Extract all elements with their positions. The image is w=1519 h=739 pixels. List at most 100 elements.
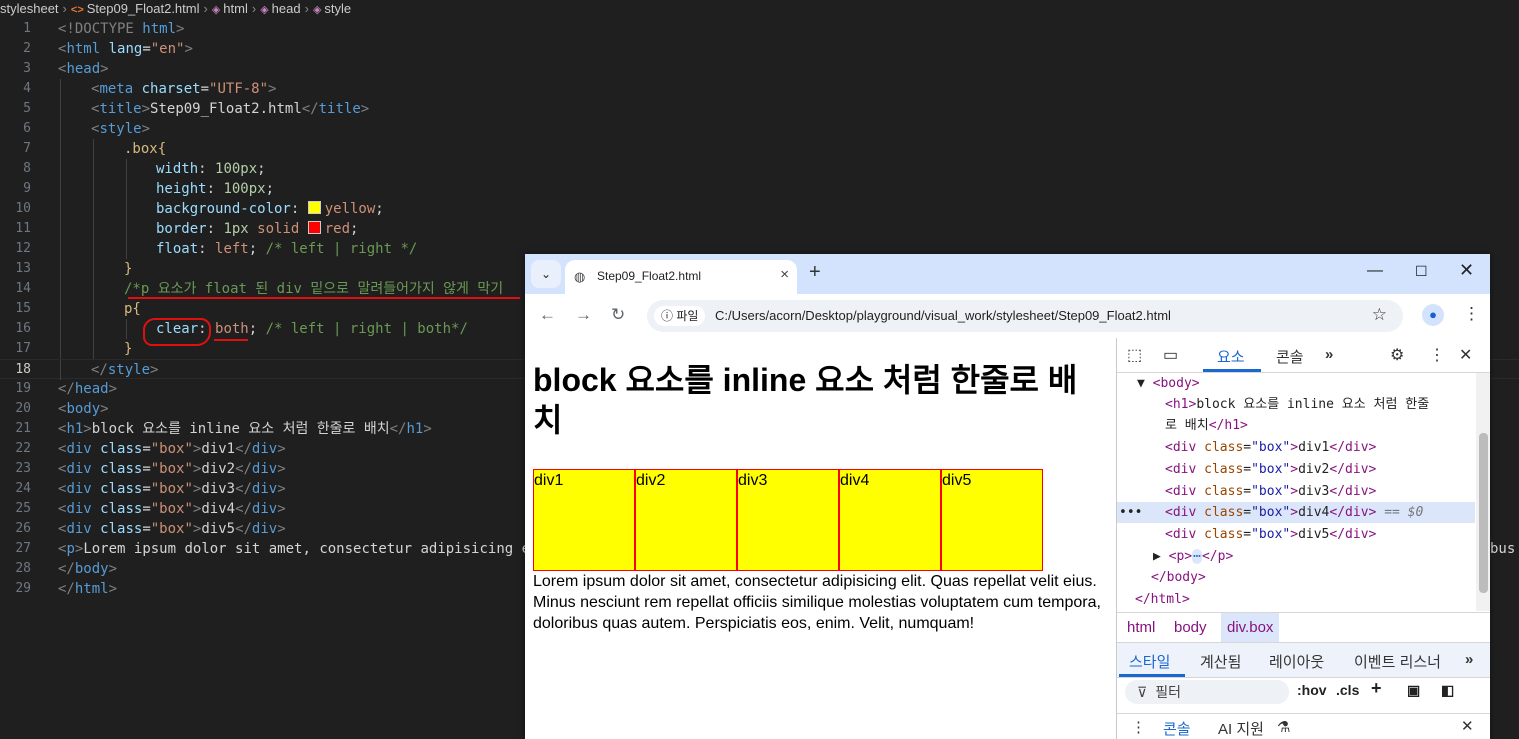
color-swatch-yellow[interactable] (307, 201, 321, 214)
html-file-icon: <> (70, 4, 84, 16)
code-line[interactable]: 4 <meta charset="UTF-8"> (0, 79, 1519, 99)
close-window-icon[interactable]: ✕ (1459, 260, 1474, 281)
browser-tab[interactable]: ◍ Step09_Float2.html × (565, 260, 797, 294)
code-line[interactable]: 5 <title>Step09_Float2.html</title> (0, 99, 1519, 119)
dom-node-p[interactable]: ▶ <p>⋯</p> (1153, 546, 1233, 567)
line-number: 29 (15, 581, 31, 596)
drawer-menu-icon[interactable]: ⋮ (1131, 718, 1146, 736)
url-text[interactable]: C:/Users/acorn/Desktop/playground/visual… (715, 308, 1171, 323)
dom-node-html-close[interactable]: </html> (1135, 589, 1190, 610)
expand-ellipsis[interactable]: ⋯ (1192, 549, 1202, 564)
breadcrumb-html[interactable]: html (223, 0, 248, 17)
dom-node-div[interactable]: <div class="box">div5</div> (1165, 524, 1376, 545)
line-number: 11 (15, 221, 31, 236)
node-text: <div (1165, 484, 1197, 499)
breadcrumb-body[interactable]: body (1168, 613, 1213, 642)
dom-tree-scrollbar[interactable] (1476, 373, 1490, 611)
code-line[interactable]: 7 .box{ (0, 139, 1519, 159)
dom-node-body-close[interactable]: </body> (1151, 567, 1206, 588)
code-line[interactable]: 11 border: 1px solid red; (0, 219, 1519, 239)
gear-icon[interactable]: ⚙ (1390, 345, 1404, 365)
site-info-chip[interactable]: ⓘ 파일 (654, 306, 706, 326)
token: lang (100, 41, 143, 57)
dom-node-div[interactable]: <div class="box">div1</div> (1165, 437, 1376, 458)
code-line[interactable]: 9 height: 100px; (0, 179, 1519, 199)
device-toolbar-icon[interactable]: ▭ (1163, 345, 1178, 365)
dom-node-h1[interactable]: <h1>block 요소를 inline 요소 처럼 한줄 (1165, 394, 1429, 415)
cls-toggle[interactable]: .cls (1336, 682, 1359, 698)
address-bar[interactable]: ⓘ 파일 C:/Users/acorn/Desktop/playground/v… (647, 300, 1403, 332)
profile-icon[interactable]: ● (1422, 304, 1444, 326)
back-icon[interactable]: ← (539, 305, 556, 325)
token: style (107, 362, 151, 378)
site-info-label: 파일 (676, 309, 699, 323)
node-text: </div> (1329, 462, 1377, 477)
forward-icon[interactable]: → (575, 305, 592, 325)
line-number: 27 (15, 541, 31, 556)
line-number: 25 (15, 501, 31, 516)
breadcrumb-html[interactable]: html (1121, 613, 1161, 642)
maximize-icon[interactable]: ☐ (1415, 263, 1428, 280)
token: yellow (324, 201, 376, 217)
close-icon[interactable]: ✕ (1459, 345, 1472, 365)
close-icon[interactable]: × (780, 266, 789, 283)
line-number: 13 (15, 261, 31, 276)
node-text: "box" (1251, 527, 1291, 542)
inspect-icon[interactable]: ⬚ (1127, 345, 1142, 365)
more-actions-icon[interactable]: ••• (1119, 502, 1142, 523)
breadcrumb-file[interactable]: Step09_Float2.html (87, 0, 200, 17)
filter-input[interactable]: ⊽ 필터 (1125, 680, 1289, 704)
dom-node-div-selected[interactable]: <div class="box">div4</div> == $0 (1165, 502, 1423, 523)
more-tabs-icon[interactable]: » (1465, 651, 1473, 668)
code-line[interactable]: 8 width: 100px; (0, 159, 1519, 179)
dom-node-h1-cont[interactable]: 로 배치</h1> (1165, 415, 1248, 436)
breadcrumb-folder[interactable]: stylesheet (0, 0, 59, 17)
hov-toggle[interactable]: :hov (1297, 682, 1327, 698)
token: red (324, 221, 351, 237)
minimize-icon[interactable]: — (1367, 262, 1383, 280)
code-line[interactable]: 2 <html lang="en"> (0, 39, 1519, 59)
line-number: 15 (15, 301, 31, 316)
dom-node-div[interactable]: <div class="box">div3</div> (1165, 481, 1376, 502)
star-icon[interactable]: ☆ (1372, 305, 1387, 325)
plus-icon[interactable]: + (809, 261, 821, 284)
tab-event-listeners[interactable]: 이벤트 리스너 (1354, 651, 1441, 672)
reload-icon[interactable]: ↻ (611, 305, 625, 325)
code-line[interactable]: 6 <style> (0, 119, 1519, 139)
breadcrumb-style[interactable]: style (324, 0, 351, 17)
more-menu-icon[interactable]: ⋮ (1463, 304, 1480, 324)
tab-styles[interactable]: 스타일 (1129, 651, 1170, 672)
devtools-panel: ⬚ ▭ 요소 콘솔 » ⚙ ⋮ ✕ ▼ <body> <h1>block 요소를… (1116, 338, 1490, 739)
more-tabs-icon[interactable]: » (1325, 346, 1333, 363)
add-rule-icon[interactable]: + (1371, 678, 1382, 699)
page-viewport[interactable]: block 요소를 inline 요소 처럼 한줄로 배치 div1 div2 … (525, 338, 1116, 739)
code-line[interactable]: 3 <head> (0, 59, 1519, 79)
paint-icon[interactable]: ▣ (1407, 682, 1420, 699)
dom-node-body[interactable]: ▼ <body> (1137, 373, 1200, 394)
browser-toolbar: ← → ↻ ⓘ 파일 C:/Users/acorn/Desktop/playgr… (525, 294, 1490, 338)
chevron-right-icon: › (251, 1, 257, 16)
node-text: > (1290, 527, 1299, 542)
close-icon[interactable]: ✕ (1461, 717, 1474, 735)
tab-computed[interactable]: 계산됨 (1200, 651, 1241, 672)
dom-node-div[interactable]: <div class="box">div2</div> (1165, 459, 1376, 480)
breadcrumb-div-box[interactable]: div.box (1221, 613, 1280, 642)
scrollbar-thumb[interactable] (1479, 433, 1488, 593)
more-menu-icon[interactable]: ⋮ (1429, 345, 1445, 365)
drawer-tab-console[interactable]: 콘솔 (1163, 718, 1191, 739)
breadcrumb-head[interactable]: head (272, 0, 301, 17)
dom-tree[interactable]: ▼ <body> <h1>block 요소를 inline 요소 처럼 한줄 로… (1117, 373, 1475, 611)
color-swatch-red[interactable] (307, 221, 321, 234)
line-number: 14 (15, 281, 31, 296)
tab-console[interactable]: 콘솔 (1276, 346, 1304, 367)
code-line[interactable]: 1 <!DOCTYPE html> (0, 19, 1519, 39)
code-line[interactable]: 10 background-color: yellow; (0, 199, 1519, 219)
chevron-down-icon[interactable]: ⌄ (531, 260, 561, 288)
tab-elements[interactable]: 요소 (1217, 346, 1245, 367)
line-number: 7 (23, 141, 31, 156)
drawer-tab-ai[interactable]: AI 지원 (1218, 718, 1264, 739)
sidebar-toggle-icon[interactable]: ◧ (1441, 682, 1454, 699)
tab-layout[interactable]: 레이아웃 (1269, 651, 1324, 672)
token: "box" (150, 481, 193, 497)
node-text: > (1290, 440, 1299, 455)
